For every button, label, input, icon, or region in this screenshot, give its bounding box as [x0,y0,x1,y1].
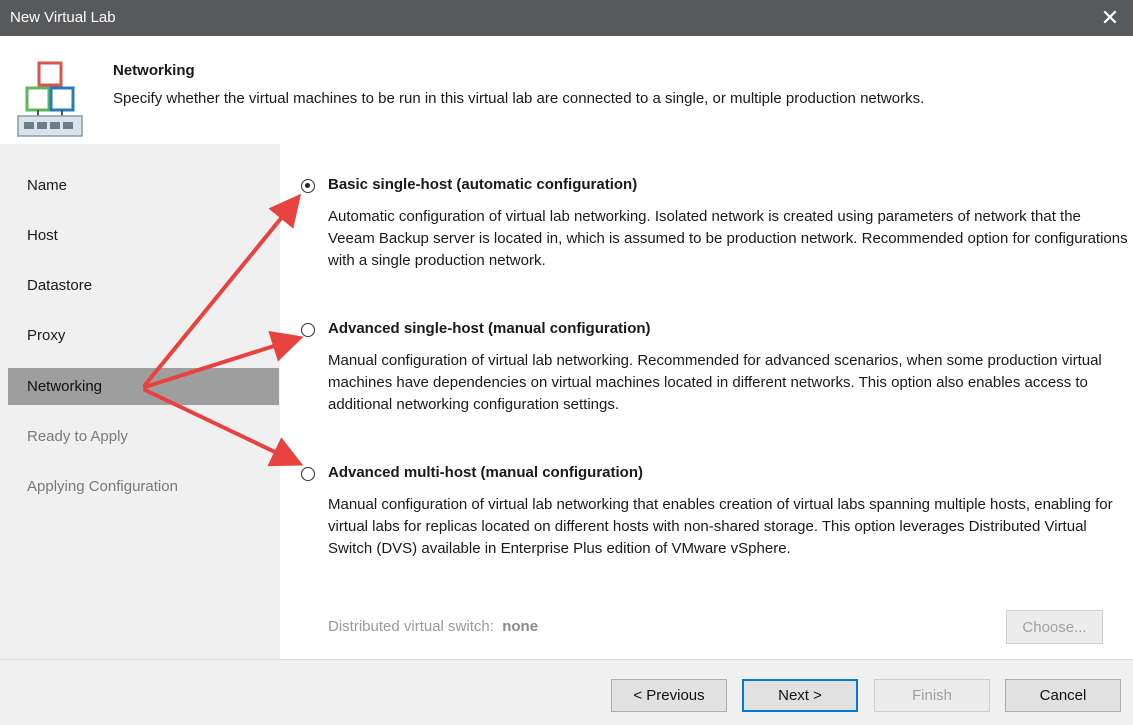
sidebar-item-datastore[interactable]: Datastore [8,267,279,304]
dvs-label: Distributed virtual switch: [328,618,494,635]
option-label[interactable]: Advanced single-host (manual configurati… [328,320,651,337]
distributed-virtual-switch-field: Distributed virtual switch: none [328,618,538,635]
window-title: New Virtual Lab [10,9,116,26]
choose-button[interactable]: Choose... [1006,610,1103,644]
sidebar-item-label: Datastore [27,277,93,294]
cancel-button[interactable]: Cancel [1005,679,1121,712]
title-bar: New Virtual Lab ✕ [0,0,1133,36]
sidebar-item-name[interactable]: Name [8,167,279,204]
wizard-footer: < Previous Next > Finish Cancel [0,659,1133,725]
virtual-lab-icon [17,61,83,137]
sidebar-item-proxy[interactable]: Proxy [8,317,279,354]
option-description: Manual configuration of virtual lab netw… [328,496,1113,557]
page-title: Networking [113,62,195,79]
radio-advanced-single-host[interactable] [301,323,315,337]
sidebar-item-ready-to-apply: Ready to Apply [8,418,279,455]
option-label[interactable]: Advanced multi-host (manual configuratio… [328,464,643,481]
dvs-value: none [502,618,539,635]
sidebar-item-host[interactable]: Host [8,217,279,254]
sidebar-item-label: Ready to Apply [27,428,128,445]
previous-button[interactable]: < Previous [611,679,727,712]
radio-advanced-multi-host[interactable] [301,467,315,481]
sidebar-item-label: Name [27,177,68,194]
close-icon[interactable]: ✕ [1087,0,1133,36]
radio-basic-single-host[interactable] [301,179,315,193]
option-label[interactable]: Basic single-host (automatic configurati… [328,176,637,193]
sidebar-item-applying-configuration: Applying Configuration [8,468,279,505]
finish-button: Finish [874,679,990,712]
sidebar-item-label: Networking [27,378,103,395]
networking-options-panel: Basic single-host (automatic configurati… [280,144,1133,659]
sidebar-item-label: Proxy [27,327,66,344]
next-button[interactable]: Next > [742,679,858,712]
page-description: Specify whether the virtual machines to … [113,90,925,107]
wizard-steps-sidebar: Name Host Datastore Proxy Networking Rea… [0,144,280,659]
option-description: Manual configuration of virtual lab netw… [328,352,1102,413]
sidebar-item-label: Host [27,227,58,244]
wizard-header: Networking Specify whether the virtual m… [0,36,1133,144]
sidebar-item-label: Applying Configuration [27,478,178,495]
sidebar-item-networking[interactable]: Networking [8,368,279,405]
option-description: Automatic configuration of virtual lab n… [328,208,1128,269]
